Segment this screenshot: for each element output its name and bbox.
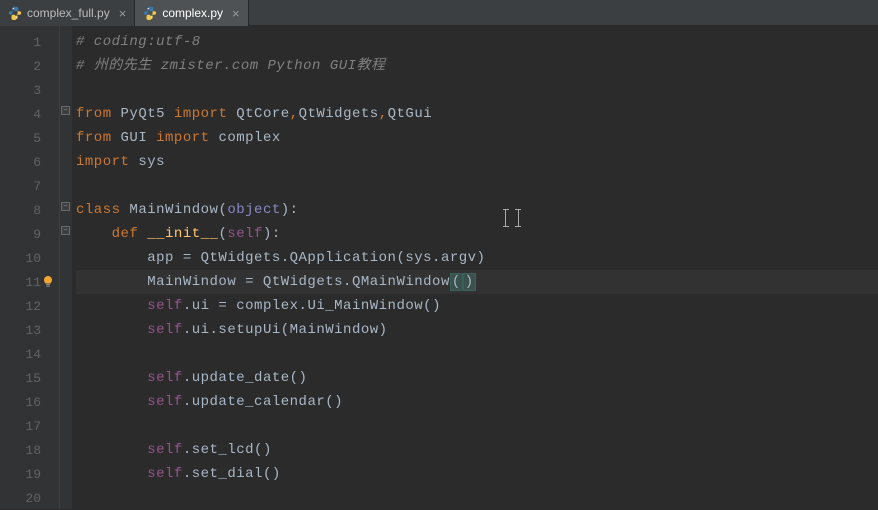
line-number-gutter: 1 2 3 4 5 6 7 8 9 10 11 12 13 14 15 16 1…: [0, 26, 60, 509]
line-number: 18: [25, 443, 41, 458]
code-line: self.set_lcd(): [76, 438, 878, 462]
tab-label: complex.py: [162, 6, 223, 20]
tab-complex-full[interactable]: complex_full.py ×: [0, 0, 135, 26]
tab-complex[interactable]: complex.py ×: [135, 0, 248, 26]
code-line: [76, 78, 878, 102]
line-number: 13: [25, 323, 41, 338]
intention-bulb-icon[interactable]: [42, 276, 54, 288]
code-line: self.update_date(): [76, 366, 878, 390]
line-number: 4: [33, 107, 41, 122]
matched-brace: (: [450, 273, 463, 291]
python-file-icon: [143, 6, 157, 20]
code-line: def __init__(self):: [76, 222, 878, 246]
code-line: self.ui.setupUi(MainWindow): [76, 318, 878, 342]
line-number: 9: [33, 227, 41, 242]
code-line: from PyQt5 import QtCore,QtWidgets,QtGui: [76, 102, 878, 126]
python-file-icon: [8, 6, 22, 20]
editor-tabs: complex_full.py × complex.py ×: [0, 0, 878, 26]
line-number: 16: [25, 395, 41, 410]
code-line: app = QtWidgets.QApplication(sys.argv): [76, 246, 878, 270]
line-number: 2: [33, 59, 41, 74]
line-number: 10: [25, 251, 41, 266]
code-line: MainWindow = QtWidgets.QMainWindow(): [76, 270, 878, 294]
matched-brace: ): [463, 273, 476, 291]
line-number: 14: [25, 347, 41, 362]
code-line: [76, 342, 878, 366]
line-number: 12: [25, 299, 41, 314]
line-number: 8: [33, 203, 41, 218]
code-line: # 州的先生 zmister.com Python GUI教程: [76, 54, 878, 78]
code-line: [76, 174, 878, 198]
code-area[interactable]: # coding:utf-8 # 州的先生 zmister.com Python…: [72, 26, 878, 509]
fold-column: − − −: [60, 26, 72, 509]
code-line: [76, 486, 878, 510]
fold-toggle-icon[interactable]: −: [61, 226, 70, 235]
code-line: self.ui = complex.Ui_MainWindow(): [76, 294, 878, 318]
code-line: self.set_dial(): [76, 462, 878, 486]
line-number: 6: [33, 155, 41, 170]
line-number: 19: [25, 467, 41, 482]
line-number: 5: [33, 131, 41, 146]
text-cursor-icon: [505, 209, 519, 227]
close-icon[interactable]: ×: [232, 6, 240, 21]
code-line: import sys: [76, 150, 878, 174]
code-line: [76, 414, 878, 438]
line-number: 3: [33, 83, 41, 98]
fold-toggle-icon[interactable]: −: [61, 202, 70, 211]
line-number: 11: [25, 275, 41, 290]
code-editor: 1 2 3 4 5 6 7 8 9 10 11 12 13 14 15 16 1…: [0, 26, 878, 509]
code-line: class MainWindow(object):: [76, 198, 878, 222]
line-number: 15: [25, 371, 41, 386]
line-number: 7: [33, 179, 41, 194]
line-number: 20: [25, 491, 41, 506]
fold-toggle-icon[interactable]: −: [61, 106, 70, 115]
code-line: from GUI import complex: [76, 126, 878, 150]
line-number: 17: [25, 419, 41, 434]
line-number: 1: [33, 35, 41, 50]
tab-label: complex_full.py: [27, 6, 110, 20]
code-line: self.update_calendar(): [76, 390, 878, 414]
code-line: # coding:utf-8: [76, 30, 878, 54]
close-icon[interactable]: ×: [119, 6, 127, 21]
